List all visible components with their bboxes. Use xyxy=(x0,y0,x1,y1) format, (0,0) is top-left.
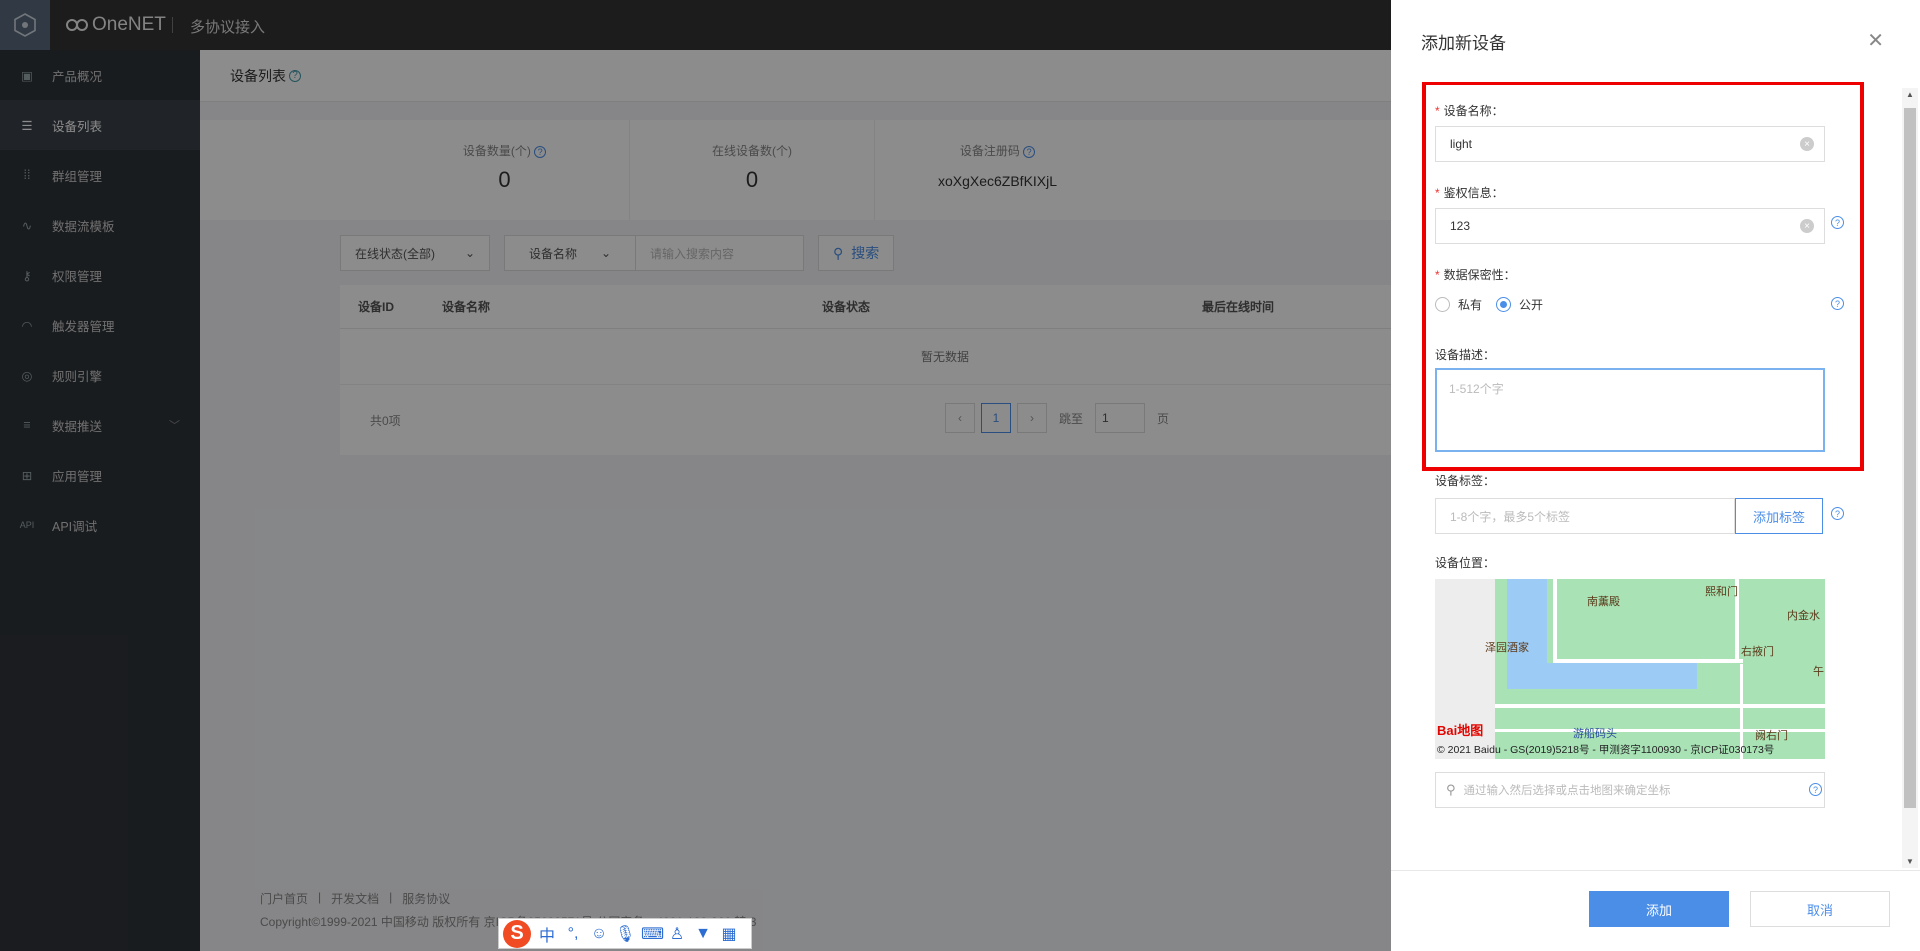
map-road xyxy=(1553,579,1557,663)
cancel-button[interactable]: 取消 xyxy=(1750,891,1890,927)
microphone-icon[interactable]: 🎙 xyxy=(615,924,635,944)
map-poi[interactable]: 南薰殿 xyxy=(1587,593,1620,609)
private-radio[interactable]: 私有 xyxy=(1435,296,1482,313)
toolbox-icon[interactable]: ▦ xyxy=(719,924,739,944)
radio-circle xyxy=(1435,297,1450,312)
location-input[interactable]: ⚲ 通过输入然后选择或点击地图来确定坐标 ? xyxy=(1435,772,1825,808)
input-placeholder: 通过输入然后选择或点击地图来确定坐标 xyxy=(1463,785,1671,797)
keyboard-icon[interactable]: ⌨ xyxy=(641,924,664,944)
map-poi[interactable]: 内金水 xyxy=(1787,607,1820,623)
map-poi[interactable]: 游船码头 xyxy=(1573,725,1617,741)
map-road xyxy=(1495,704,1825,708)
tag-input[interactable]: 1-8个字，最多5个标签 xyxy=(1435,498,1735,534)
help-icon[interactable]: ? xyxy=(1831,297,1844,310)
ime-toolbar: S 中 °, ☺ 🎙 ⌨ ♙ ▼ ▦ xyxy=(498,918,752,949)
emoji-icon[interactable]: ☺ xyxy=(589,925,609,943)
user-icon[interactable]: ♙ xyxy=(667,924,687,944)
device-name-input[interactable]: light × xyxy=(1435,126,1825,162)
location-pin-icon: ⚲ xyxy=(1446,782,1456,797)
map-poi[interactable]: 阙右门 xyxy=(1755,727,1788,743)
help-icon[interactable]: ? xyxy=(1831,507,1844,520)
map-poi[interactable]: 右掖门 xyxy=(1741,643,1774,659)
map-poi[interactable]: 泽园酒家 xyxy=(1485,639,1529,655)
skin-icon[interactable]: ▼ xyxy=(693,925,713,943)
radio-circle xyxy=(1496,297,1512,312)
clear-icon[interactable]: × xyxy=(1800,137,1814,151)
public-radio[interactable]: 公开 xyxy=(1496,296,1543,313)
add-tag-button[interactable]: 添加标签 xyxy=(1735,498,1823,534)
auth-info-input[interactable]: 123 × xyxy=(1435,208,1825,244)
add-device-drawer: 添加新设备 ✕ ▲ ▼ * 设备名称： light × * 鉴权信息： 123 × ? *… xyxy=(1391,0,1920,951)
ime-punct-toggle[interactable]: °, xyxy=(563,925,583,943)
location-label: 设备位置： xyxy=(1435,556,1496,570)
description-textarea[interactable]: 1-512个字 xyxy=(1435,368,1825,452)
label-text: 数据保密性： xyxy=(1443,268,1516,282)
clear-icon[interactable]: × xyxy=(1800,219,1814,233)
drawer-header: 添加新设备 ✕ xyxy=(1391,0,1920,82)
add-button[interactable]: 添加 xyxy=(1589,891,1729,927)
auth-info-label: * 鉴权信息： xyxy=(1435,186,1504,200)
map-poi[interactable]: 午 xyxy=(1813,663,1824,679)
radio-label: 私有 xyxy=(1458,298,1483,312)
input-value: 123 xyxy=(1450,219,1471,233)
description-label: 设备描述： xyxy=(1435,348,1496,362)
modal-overlay[interactable] xyxy=(0,0,1391,951)
ime-mode-toggle[interactable]: 中 xyxy=(537,922,557,946)
baidu-logo: Bai地图 xyxy=(1437,723,1484,738)
device-name-label: * 设备名称： xyxy=(1435,104,1504,118)
help-icon[interactable]: ? xyxy=(1809,783,1822,796)
drawer-title: 添加新设备 xyxy=(1421,33,1506,53)
drawer-footer: 添加 取消 xyxy=(1391,870,1920,951)
radio-label: 公开 xyxy=(1519,298,1544,312)
close-icon[interactable]: ✕ xyxy=(1867,28,1884,53)
map-road xyxy=(1553,659,1743,663)
privacy-radio-group: 私有 公开 xyxy=(1435,296,1557,313)
label-text: 设备名称： xyxy=(1443,104,1504,118)
sogou-logo-icon[interactable]: S xyxy=(503,919,531,948)
map-moat xyxy=(1507,663,1697,689)
map-poi[interactable]: 熙和门 xyxy=(1705,583,1738,599)
label-text: 鉴权信息： xyxy=(1443,186,1504,200)
privacy-label: * 数据保密性： xyxy=(1435,268,1516,282)
help-icon[interactable]: ? xyxy=(1831,216,1844,229)
tag-label: 设备标签： xyxy=(1435,474,1496,488)
input-value: light xyxy=(1450,137,1473,151)
location-map[interactable]: 南薰殿 熙和门 内金水 泽园酒家 右掖门 游船码头 阙右门 午 Bai地图 © … xyxy=(1435,579,1825,759)
map-copyright: © 2021 Baidu - GS(2019)5218号 - 甲测资字11009… xyxy=(1437,744,1775,756)
drawer-body: * 设备名称： light × * 鉴权信息： 123 × ? * 数据保密性： 私有 公… xyxy=(1391,82,1920,870)
